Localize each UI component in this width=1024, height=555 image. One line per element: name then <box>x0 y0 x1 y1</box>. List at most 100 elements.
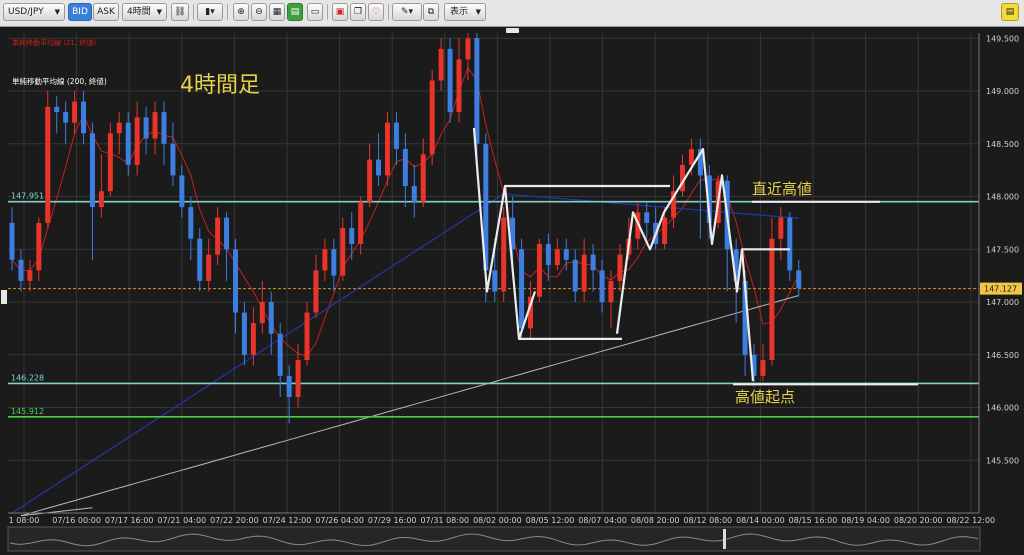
x-tick-label: 08/14 00:00 <box>736 516 785 525</box>
candle-up <box>313 270 319 313</box>
x-tick-label: 07/26 04:00 <box>315 516 364 525</box>
level-label: 147.951 <box>11 192 44 201</box>
y-tick-label: 146.500 <box>986 351 1019 360</box>
candle-up <box>107 133 113 192</box>
candle-up <box>340 228 346 276</box>
candle-up <box>295 360 301 397</box>
candle-down <box>644 212 650 223</box>
y-tick-label: 146.000 <box>986 404 1019 413</box>
candle-up <box>259 302 265 324</box>
x-tick-label: 08/02 00:00 <box>473 516 522 525</box>
candle-down <box>63 112 69 123</box>
candle-up <box>554 249 560 266</box>
candle-down <box>179 175 185 208</box>
x-tick-label: 08/20 20:00 <box>894 516 943 525</box>
candle-up <box>72 101 78 123</box>
level-label: 146.228 <box>11 373 44 382</box>
annotation-recent-high: 直近高値 <box>752 180 812 198</box>
candle-down <box>170 143 176 176</box>
candle-up <box>760 360 766 376</box>
y-tick-label: 147.500 <box>986 245 1019 254</box>
candle-down <box>572 259 578 292</box>
candle-down <box>81 101 87 134</box>
candle-up <box>215 217 221 255</box>
candle-up <box>456 59 462 113</box>
y-tick-label: 145.500 <box>986 456 1019 465</box>
candle-down <box>241 312 247 355</box>
level-label: 145.912 <box>11 407 44 416</box>
candle-up <box>304 312 310 361</box>
candle-up <box>769 238 775 361</box>
candle-down <box>492 270 498 292</box>
candle-up <box>501 217 507 292</box>
candle-up <box>358 201 364 244</box>
candle-down <box>349 228 355 244</box>
candle-down <box>563 249 569 260</box>
candle-up <box>134 117 140 165</box>
candle-up <box>206 254 212 281</box>
y-tick-label: 148.000 <box>986 193 1019 202</box>
candle-up <box>116 122 122 134</box>
price-chart[interactable]: 147.951 146.228 145.912 147.127 149.500 149.… <box>0 0 1024 555</box>
y-tick-label: 149.000 <box>986 87 1019 96</box>
candle-down <box>474 38 480 144</box>
x-tick-label: 07/22 20:00 <box>210 516 259 525</box>
candle-up <box>27 270 33 281</box>
candle-down <box>590 254 596 271</box>
candle-down <box>411 185 417 202</box>
legend-sma21: 単純移動平均線 (21, 終値) <box>12 38 96 47</box>
candle-up <box>367 159 373 202</box>
legend-sma200: 単純移動平均線 (200, 終値) <box>12 76 107 86</box>
candle-up <box>608 280 614 303</box>
candle-down <box>787 217 793 271</box>
candle-down <box>286 375 292 397</box>
candle-up <box>688 149 694 165</box>
candle-down <box>9 222 15 260</box>
candle-up <box>45 106 51 223</box>
candle-down <box>224 217 230 250</box>
candle-down <box>268 302 274 334</box>
y-tick-label: 148.500 <box>986 140 1019 149</box>
x-tick-label: 08/12 08:00 <box>683 516 732 525</box>
x-tick-label: 07/24 12:00 <box>263 516 312 525</box>
x-tick-label: 08/22 12:00 <box>946 516 995 525</box>
x-tick-label: 08/15 16:00 <box>789 516 838 525</box>
candle-up <box>36 222 42 271</box>
annotation-high-start: 高値起点 <box>735 388 795 406</box>
candle-down <box>188 207 194 239</box>
candle-down <box>545 243 551 266</box>
candle-up <box>250 323 256 355</box>
candle-up <box>438 48 444 81</box>
candle-up <box>322 249 328 271</box>
x-tick-label: 07/31 08:00 <box>420 516 469 525</box>
candle-up <box>98 191 104 208</box>
candle-down <box>54 106 60 113</box>
candle-down <box>393 122 399 150</box>
candle-up <box>581 254 587 292</box>
candle-down <box>161 112 167 144</box>
x-tick-label: 07/17 16:00 <box>105 516 154 525</box>
candle-down <box>599 270 605 303</box>
navigator-handle[interactable] <box>723 529 726 549</box>
candle-up <box>152 112 158 139</box>
candle-down <box>89 133 95 208</box>
candle-down <box>277 333 283 376</box>
x-tick-label: 07/16 00:00 <box>52 516 101 525</box>
current-price-label: 147.127 <box>984 285 1017 294</box>
candle-down <box>125 122 131 165</box>
candle-up <box>778 217 784 239</box>
x-tick-label: 1 08:00 <box>9 516 40 525</box>
candle-down <box>519 249 525 329</box>
candle-down <box>143 117 149 139</box>
y-tick-label: 149.500 <box>986 34 1019 43</box>
left-scroll-handle[interactable] <box>1 290 7 304</box>
candle-up <box>617 254 623 281</box>
x-tick-label: 07/21 04:00 <box>157 516 206 525</box>
candle-down <box>796 270 802 289</box>
candle-up <box>384 122 390 176</box>
x-tick-label: 08/05 12:00 <box>526 516 575 525</box>
candle-up <box>465 38 471 60</box>
candle-down <box>402 149 408 186</box>
candle-up <box>662 217 668 244</box>
x-tick-label: 08/08 20:00 <box>631 516 680 525</box>
